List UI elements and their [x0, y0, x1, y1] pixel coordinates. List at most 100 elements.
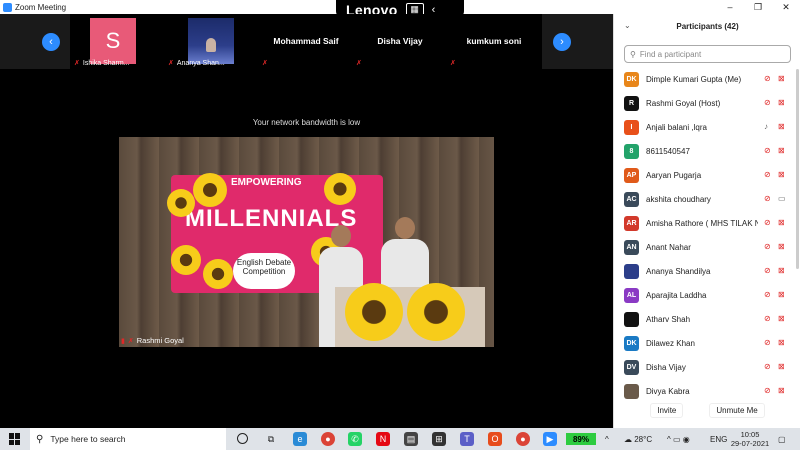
signal-icon: ▮ [121, 337, 125, 345]
minimize-button[interactable]: – [716, 0, 744, 14]
participant-row[interactable]: I Anjali balani ,lqra ♪ ⊠ [614, 115, 800, 139]
avatar [624, 264, 639, 279]
video-off-icon[interactable]: ⊠ [778, 146, 785, 155]
participant-row[interactable]: Atharv Shah ⊘ ⊠ [614, 307, 800, 331]
mic-muted-icon[interactable]: ⊘ [764, 314, 771, 323]
participant-row[interactable]: 8 8611540547 ⊘ ⊠ [614, 139, 800, 163]
strip-next-button[interactable]: › [553, 33, 571, 51]
weather-icon: ☁ [624, 434, 632, 444]
banner-sub-text: English Debate Competition [233, 253, 295, 289]
mic-icon[interactable]: ♪ [764, 122, 768, 131]
mic-muted-icon[interactable]: ⊘ [764, 194, 771, 203]
video-off-icon[interactable]: ⊠ [778, 218, 785, 227]
mic-muted-icon[interactable]: ⊘ [764, 386, 771, 395]
invite-button[interactable]: Invite [650, 403, 684, 418]
unmute-me-button[interactable]: Unmute Me [709, 403, 765, 418]
mic-muted-icon[interactable]: ⊘ [764, 266, 771, 275]
mic-muted-icon[interactable]: ⊘ [764, 146, 771, 155]
scrollbar[interactable] [796, 69, 799, 269]
taskbar-clock[interactable]: 10:05 29-07-2021 [730, 430, 770, 448]
main-video-area: Your network bandwidth is low EMPOWERING… [0, 69, 613, 428]
participant-row[interactable]: AP Aaryan Pugarja ⊘ ⊠ [614, 163, 800, 187]
participant-row[interactable]: Ananya Shandilya ⊘ ⊠ [614, 259, 800, 283]
video-off-icon[interactable]: ⊠ [778, 98, 785, 107]
participant-row[interactable]: AC akshita choudhary ⊘ ▭ [614, 187, 800, 211]
teams-icon[interactable]: T [460, 432, 474, 446]
participant-row[interactable]: Divya Kabra ⊘ ⊠ [614, 379, 800, 403]
task-view-icon[interactable]: ⧉ [264, 432, 278, 446]
mic-muted-icon[interactable]: ⊘ [764, 242, 771, 251]
participant-name: Amisha Rathore ( MHS TILAK N... [646, 219, 758, 228]
video-off-icon[interactable]: ⊠ [778, 386, 785, 395]
avatar: I [624, 120, 639, 135]
taskbar-search-box[interactable]: ⚲ Type here to search [30, 428, 226, 450]
video-off-icon[interactable]: ⊠ [778, 266, 785, 275]
notifications-icon[interactable]: ▢ [778, 428, 786, 450]
mic-muted-icon[interactable]: ⊘ [764, 74, 771, 83]
mic-muted-icon[interactable]: ⊘ [764, 218, 771, 227]
tray-chevron-icon[interactable]: ^ [605, 428, 609, 450]
office-icon[interactable]: O [488, 432, 502, 446]
video-off-icon[interactable]: ⊠ [778, 122, 785, 131]
weather-widget[interactable]: ☁ 28°C [624, 428, 652, 450]
chevron-down-icon[interactable]: ⌄ [624, 21, 631, 30]
maximize-button[interactable]: ❐ [744, 0, 772, 14]
avatar: AC [624, 192, 639, 207]
chrome-icon[interactable]: ● [321, 432, 335, 446]
mic-muted-icon[interactable]: ⊘ [764, 170, 771, 179]
sunflower-decoration [203, 259, 233, 289]
edge-icon[interactable]: e [293, 432, 307, 446]
mic-muted-icon[interactable]: ⊘ [764, 98, 771, 107]
video-tile[interactable]: kumkum soni ✗ [446, 14, 542, 69]
video-off-icon[interactable]: ⊠ [778, 338, 785, 347]
language-indicator[interactable]: ENG [710, 428, 727, 450]
clock-time: 10:05 [740, 430, 760, 439]
video-off-icon[interactable]: ⊠ [778, 290, 785, 299]
file-explorer-icon[interactable]: ▤ [404, 432, 418, 446]
avatar: AR [624, 216, 639, 231]
participant-row[interactable]: AN Anant Nahar ⊘ ⊠ [614, 235, 800, 259]
video-tile[interactable]: S ✗ Ishika Sharm... [70, 14, 166, 69]
participant-row[interactable]: AL Aparajita Laddha ⊘ ⊠ [614, 283, 800, 307]
whatsapp-icon[interactable]: ✆ [348, 432, 362, 446]
participant-row[interactable]: DV Disha Vijay ⊘ ⊠ [614, 355, 800, 379]
store-icon[interactable]: ⊞ [432, 432, 446, 446]
mic-muted-icon[interactable]: ⊘ [764, 290, 771, 299]
avatar: S [90, 18, 136, 64]
participant-row[interactable]: AR Amisha Rathore ( MHS TILAK N... ⊘ ⊠ [614, 211, 800, 235]
participant-row[interactable]: DK Dimple Kumari Gupta (Me) ⊘ ⊠ [614, 67, 800, 91]
video-off-icon[interactable]: ⊠ [778, 362, 785, 371]
participant-row[interactable]: R Rashmi Goyal (Host) ⊘ ⊠ [614, 91, 800, 115]
video-tile[interactable]: Mohammad Saif ✗ [258, 14, 354, 69]
video-off-icon[interactable]: ⊠ [778, 74, 785, 83]
close-button[interactable]: ✕ [772, 0, 800, 14]
zoom-icon[interactable]: ▶ [543, 432, 557, 446]
netflix-icon[interactable]: N [376, 432, 390, 446]
video-tile[interactable]: Disha Vijay ✗ [352, 14, 448, 69]
video-icon[interactable]: ▭ [778, 194, 786, 203]
banner-big-text: MILLENNIALS [185, 205, 358, 232]
participants-header: ⌄ Participants (42) [614, 14, 800, 39]
mic-muted-icon[interactable]: ⊘ [764, 338, 771, 347]
bandwidth-warning: Your network bandwidth is low [252, 118, 361, 127]
video-off-icon[interactable]: ⊠ [778, 242, 785, 251]
strip-prev-button[interactable]: ‹ [42, 33, 60, 51]
participants-list: DK Dimple Kumari Gupta (Me) ⊘ ⊠ R Rashmi Goya… [614, 67, 800, 403]
avatar: DK [624, 336, 639, 351]
cortana-icon[interactable] [237, 433, 248, 444]
participant-name: Disha Vijay [646, 363, 686, 372]
chrome-icon[interactable]: ● [516, 432, 530, 446]
participant-name: Mohammad Saif [273, 36, 339, 46]
video-off-icon[interactable]: ⊠ [778, 314, 785, 323]
video-off-icon[interactable]: ⊠ [778, 170, 785, 179]
participant-search-input[interactable]: ⚲ Find a participant [624, 45, 791, 63]
windows-start-icon[interactable] [9, 433, 21, 445]
participant-row[interactable]: DK Dilawez Khan ⊘ ⊠ [614, 331, 800, 355]
avatar: AN [624, 240, 639, 255]
mic-muted-icon[interactable]: ⊘ [764, 362, 771, 371]
tray-icons[interactable]: ^ ▭ ◉ [667, 428, 690, 450]
window-title: Zoom Meeting [15, 2, 67, 12]
active-speaker-video[interactable]: EMPOWERING MILLENNIALS English Debate Co… [119, 137, 494, 347]
video-tile[interactable]: ✗ Ananya Shan... [164, 14, 260, 69]
tile-name-label: ✗ [262, 59, 268, 67]
